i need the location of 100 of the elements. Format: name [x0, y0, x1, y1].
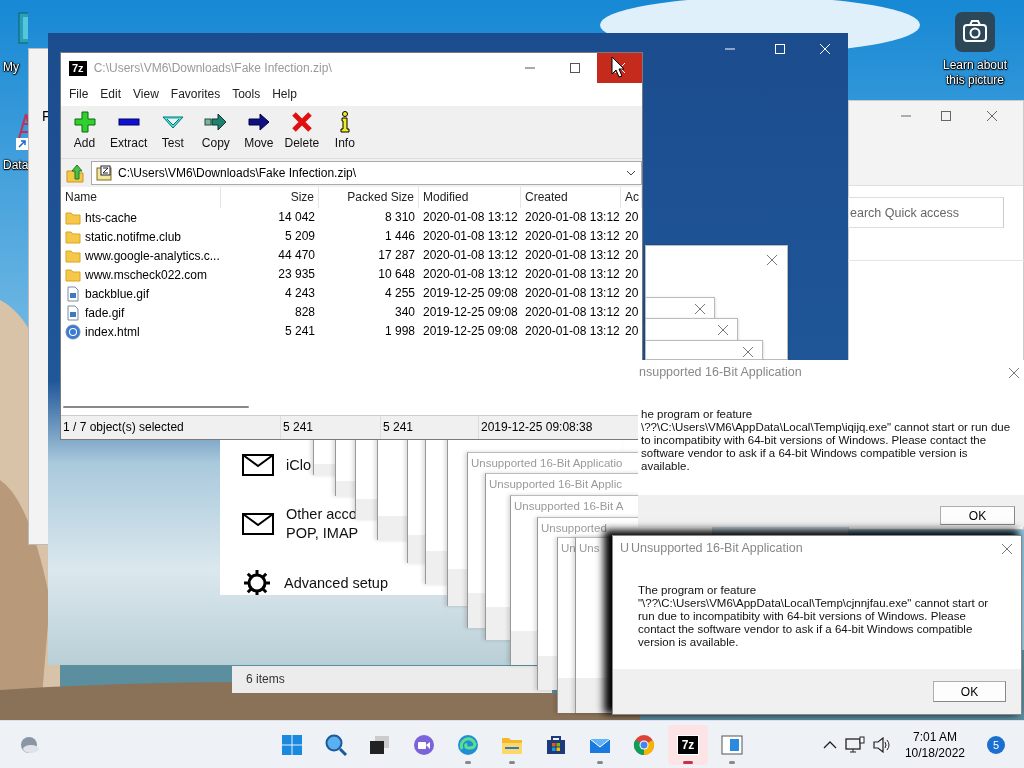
camera-icon[interactable]: [955, 12, 995, 52]
menu-item[interactable]: File: [63, 87, 95, 101]
search-icon: [324, 732, 348, 757]
table-cell-text: 1 998: [383, 323, 416, 340]
table-cell-text: 340: [393, 304, 416, 321]
file-name[interactable]: index.html: [85, 324, 140, 339]
cursor-icon: [611, 56, 625, 78]
speaker-icon[interactable]: [872, 736, 891, 753]
app-logo: 7z: [69, 60, 87, 76]
toolbar-button[interactable]: Test: [151, 108, 195, 152]
menu-item[interactable]: Favorites: [164, 87, 227, 101]
table-cell-text: 2020-01-08 13:12: [524, 266, 621, 283]
table-cell-text: 2020-01-08 13:12: [524, 247, 621, 264]
file-name[interactable]: www.google-analytics.c...: [85, 248, 220, 263]
table-cell-text: 20: [624, 247, 640, 264]
dialog-message: The program or feature "\??\C:\Users\VM6\AppData\Local\Temp\cjnnjfau.exe" cannot start or run due to incompatibity with 64-bit versions of Windows. Please contact the software vendor to ask if a 64-bit Windows compatible version is available.: [638, 584, 990, 649]
dialog-title: Unsupported 16-Bit Application: [631, 541, 803, 555]
dialog-title: Unsupported 16-Bit A: [514, 500, 624, 512]
column-header[interactable]: Ac: [621, 187, 642, 208]
folder-icon: [65, 209, 81, 226]
search-field[interactable]: earch Quick access: [848, 197, 1004, 228]
ok-button[interactable]: OK: [933, 681, 1006, 702]
arrow-icon: [246, 110, 271, 134]
status-text: 5 241: [281, 416, 381, 439]
toolbar-button[interactable]: Delete: [280, 108, 324, 152]
dialog-title: U: [620, 541, 630, 555]
table-cell-text: 14 042: [277, 209, 316, 226]
window-icon: [720, 732, 744, 757]
gear-icon: [242, 567, 272, 595]
running-indicator: [683, 760, 693, 764]
table-cell-text: 2020-01-08 13:12: [422, 266, 519, 283]
file-name[interactable]: static.notifme.club: [85, 229, 182, 244]
image-file-icon: [65, 285, 81, 302]
table-cell-text: 20: [624, 304, 640, 321]
file-name[interactable]: www.mscheck022.com: [85, 267, 208, 282]
file-name[interactable]: hts-cache: [85, 210, 138, 225]
toolbar-button[interactable]: Extract: [106, 108, 152, 152]
column-header[interactable]: Size: [221, 187, 319, 208]
menu-item[interactable]: Tools: [226, 87, 267, 101]
dialog-title: Unsupported: [541, 522, 607, 534]
account-name[interactable]: iClo: [286, 456, 311, 473]
running-indicator: [597, 760, 603, 764]
table-cell-text: 4 255: [383, 285, 416, 302]
column-header[interactable]: Modified: [419, 187, 521, 208]
column-header[interactable]: Name: [61, 187, 221, 208]
dialog-title: Unsupported 16-Bit Applicatio: [471, 457, 623, 469]
table-cell-text: 8 310: [383, 209, 416, 226]
maximize-icon[interactable]: [940, 110, 952, 122]
mail-icon: [242, 512, 274, 535]
path-field[interactable]: C:\Users\VM6\Downloads\Fake Infection.zip\: [91, 161, 642, 185]
status-text: 5 241: [381, 416, 479, 439]
column-header[interactable]: Packed Size: [319, 187, 419, 208]
table-cell-text: 44 470: [277, 247, 316, 264]
dialog-title: nsupported 16-Bit Application: [639, 365, 802, 379]
table-cell-text: 2020-01-08 13:12: [524, 304, 621, 321]
notification-badge[interactable]: 5: [987, 735, 1005, 754]
table-cell-text: 20: [624, 228, 640, 245]
chat-icon: [412, 732, 436, 757]
toolbar-button[interactable]: Copy: [194, 108, 238, 152]
taskbar-button[interactable]: 7z: [668, 724, 708, 765]
file-name[interactable]: fade.gif: [85, 305, 125, 320]
up-folder-icon[interactable]: [65, 163, 85, 183]
menu-item[interactable]: Help: [266, 87, 303, 101]
chevron-up-icon[interactable]: [822, 739, 837, 750]
folder-icon: [65, 247, 81, 264]
table-cell-text: 2020-01-08 13:12: [422, 247, 519, 264]
table-cell-text: 23 935: [277, 266, 316, 283]
running-indicator: [465, 760, 471, 764]
network-icon[interactable]: [844, 735, 865, 754]
table-cell-text: 828: [293, 304, 316, 321]
table-cell-text: 5 241: [283, 323, 316, 340]
edge-icon: [456, 732, 480, 757]
window-title: C:\Users\VM6\Downloads\Fake Infection.zip\: [93, 61, 333, 75]
table-cell-text: 2020-01-08 13:12: [524, 323, 621, 340]
table-cell-text: 2019-12-25 09:08: [422, 323, 519, 340]
menu-item[interactable]: View: [127, 87, 165, 101]
menu-item[interactable]: Edit: [94, 87, 128, 101]
toolbar-button[interactable]: Move: [237, 108, 281, 152]
dialog-title: Un: [561, 542, 576, 554]
network-icon[interactable]: [14, 112, 28, 152]
running-indicator: [729, 760, 735, 764]
scrollbar[interactable]: [63, 406, 249, 408]
table-cell-text: 2020-01-08 13:12: [422, 209, 519, 226]
ok-button[interactable]: OK: [940, 506, 1015, 525]
mail-icon: [242, 453, 274, 476]
toolbar-button[interactable]: Info: [323, 108, 367, 152]
running-indicator: [509, 760, 515, 764]
maximize-icon[interactable]: [568, 62, 581, 74]
table-cell-text: 5 209: [283, 228, 316, 245]
account-name[interactable]: Advanced setup: [284, 574, 388, 591]
table-cell-text: 17 287: [377, 247, 416, 264]
file-name[interactable]: backblue.gif: [85, 286, 150, 301]
app-logo: 7z: [677, 735, 699, 754]
column-header[interactable]: Created: [521, 187, 621, 208]
table-cell-text: 2020-01-08 13:12: [422, 228, 519, 245]
plus-icon: [72, 110, 97, 134]
cross-icon: [289, 110, 314, 134]
clock[interactable]: 7:01 AM 10/18/2022: [898, 728, 971, 761]
toolbar-button[interactable]: Add: [63, 108, 106, 152]
dialog-title: Uns: [579, 542, 600, 554]
